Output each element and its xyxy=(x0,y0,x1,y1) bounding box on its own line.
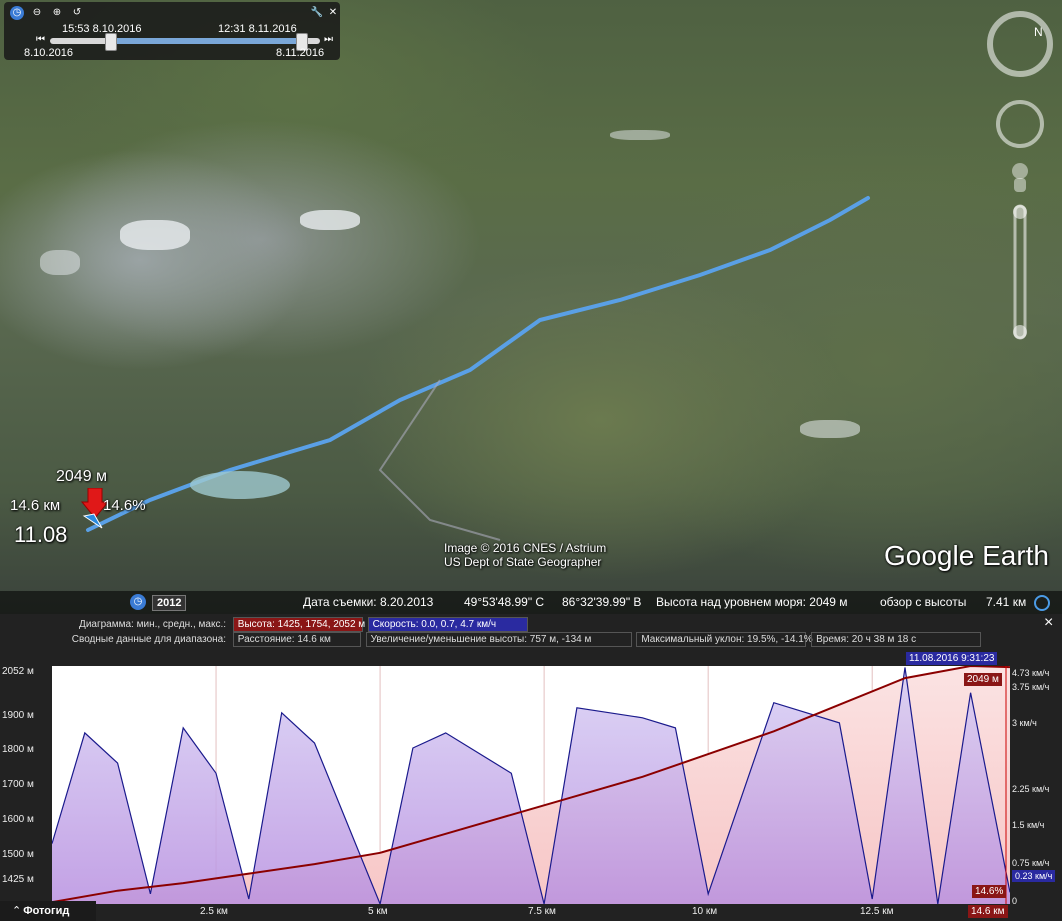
historical-imagery-icon[interactable]: ◷ xyxy=(130,594,146,610)
profile-chart xyxy=(52,666,1010,904)
compass-icon: N xyxy=(987,11,1053,77)
cursor-elevation-badge: 2049 м xyxy=(964,673,1002,686)
close-icon[interactable]: ✕ xyxy=(326,6,340,20)
x-axis-tick: 12.5 км xyxy=(860,906,894,917)
longitude: 86°32'39.99" В xyxy=(562,595,642,609)
elevation-profile-panel: Диаграмма: мин., средн., макс.: Высота: … xyxy=(0,614,1062,921)
right-axis-tick: 3 км/ч xyxy=(1012,718,1037,728)
time-start-knob[interactable] xyxy=(105,33,117,51)
eye-altitude-label: обзор с высоты xyxy=(880,595,967,609)
time-stat: Время: 20 ч 38 м 18 с xyxy=(811,631,982,647)
capture-date: Дата съемки: 8.20.2013 xyxy=(303,595,434,609)
height-stat-box[interactable]: Высота: 1425, 1754, 2052 м xyxy=(232,616,365,632)
speed-stat-box[interactable]: Скорость: 0.0, 0.7, 4.7 км/ч xyxy=(367,616,528,632)
time-range-fill xyxy=(110,38,302,44)
reset-icon[interactable]: ↺ xyxy=(70,6,84,20)
right-axis-tick: 3.75 км/ч xyxy=(1012,682,1050,692)
left-axis-tick: 1425 м xyxy=(2,874,34,885)
left-axis-tick: 1900 м xyxy=(2,710,34,721)
left-axis-tick: 1600 м xyxy=(2,814,34,825)
gain-stat: Увеличение/уменьшение высоты: 757 м, -13… xyxy=(365,631,632,647)
right-axis-tick: 1.5 км/ч xyxy=(1012,820,1045,830)
chevron-up-icon: ⌃ xyxy=(12,905,22,917)
start-time-label: 15:53 8.10.2016 xyxy=(62,23,142,35)
wrench-icon[interactable]: 🔧 xyxy=(310,6,324,20)
skip-back-icon[interactable]: ⏮ xyxy=(36,34,45,45)
cursor-slope-badge: 14.6% xyxy=(972,885,1007,898)
profile-plot[interactable] xyxy=(52,666,1010,904)
right-axis-tick: 2.25 км/ч xyxy=(1012,784,1050,794)
photo-guide-label: Фотогид xyxy=(23,905,70,917)
speed-marker-label: 11.08 xyxy=(14,522,68,547)
cursor-time-badge: 11.08.2016 9:31:23 xyxy=(906,652,998,665)
slope-marker-label: 14.6% xyxy=(103,497,146,514)
end-time-label: 12:31 8.11.2016 xyxy=(218,23,297,35)
x-axis-tick: 7.5 км xyxy=(528,906,556,917)
copyright-line-2: US Dept of State Geographer xyxy=(444,555,602,569)
photo-guide-button[interactable]: ⌃ Фотогид xyxy=(0,901,96,921)
time-slider-widget[interactable]: ◷ ⊖ ⊕ ↺ 🔧 ✕ 15:53 8.10.2016 12:31 8.11.2… xyxy=(4,2,340,60)
zoom-out-icon[interactable]: ⊖ xyxy=(30,6,44,20)
distance-marker-label: 14.6 км xyxy=(10,497,61,514)
distance-stat: Расстояние: 14.6 км xyxy=(232,631,361,647)
summary-label: Сводные данные для диапазона: xyxy=(71,634,226,645)
left-axis-tick: 1700 м xyxy=(2,779,34,790)
right-axis-tick: 4.73 км/ч xyxy=(1012,668,1050,678)
cursor-distance-badge: 14.6 км xyxy=(968,905,1008,918)
left-date-label: 8.10.2016 xyxy=(24,47,73,59)
latitude: 49°53'48.99" С xyxy=(464,595,545,609)
copyright-line-1: Image © 2016 CNES / Astrium xyxy=(444,541,607,555)
right-date-label: 8.11.2016 xyxy=(276,47,325,59)
x-axis-tick: 10 км xyxy=(692,906,718,917)
clock-icon[interactable]: ◷ xyxy=(10,6,24,20)
summary-row: Сводные данные для диапазона: Расстояние… xyxy=(0,631,983,648)
x-axis-tick: 2.5 км xyxy=(200,906,228,917)
navigation-controls[interactable]: N xyxy=(984,6,1054,346)
zoom-slider-icon xyxy=(1013,204,1027,340)
google-earth-logo: Google Earth xyxy=(884,540,1049,571)
imagery-year-badge[interactable]: 2012 xyxy=(152,595,187,611)
speed-now-badge: 0.23 км/ч xyxy=(1012,870,1056,882)
loading-indicator-icon xyxy=(1034,595,1050,611)
svg-text:N: N xyxy=(1034,25,1043,39)
left-axis-tick: 2052 м xyxy=(2,666,34,677)
status-bar: ◷ 2012 Дата съемки: 8.20.2013 49°53'48.9… xyxy=(0,591,1062,614)
close-profile-button[interactable]: × xyxy=(1044,614,1053,632)
x-axis-tick: 5 км xyxy=(368,906,388,917)
map-view[interactable]: ◷ ⊖ ⊕ ↺ 🔧 ✕ 15:53 8.10.2016 12:31 8.11.2… xyxy=(0,0,1062,614)
left-axis-tick: 1500 м xyxy=(2,849,34,860)
skip-forward-icon[interactable]: ⏭ xyxy=(324,34,333,45)
left-axis-tick: 1800 м xyxy=(2,744,34,755)
altitude-marker-label: 2049 м xyxy=(56,468,108,485)
slope-stat: Максимальный уклон: 19.5%, -14.1% xyxy=(636,631,813,647)
elevation-readout: Высота над уровнем моря: 2049 м xyxy=(656,595,848,609)
look-joystick-icon xyxy=(996,100,1044,148)
right-axis-tick: 0.75 км/ч xyxy=(1012,858,1050,868)
imagery-copyright: Image © 2016 CNES / Astrium US Dept of S… xyxy=(444,541,606,569)
zoom-in-icon[interactable]: ⊕ xyxy=(50,6,64,20)
time-range-slider[interactable] xyxy=(50,33,320,51)
street-view-icon xyxy=(1012,163,1028,192)
eye-altitude-value: 7.41 км xyxy=(986,595,1027,609)
right-axis-tick: 0 xyxy=(1012,896,1018,906)
track-route xyxy=(86,196,870,541)
